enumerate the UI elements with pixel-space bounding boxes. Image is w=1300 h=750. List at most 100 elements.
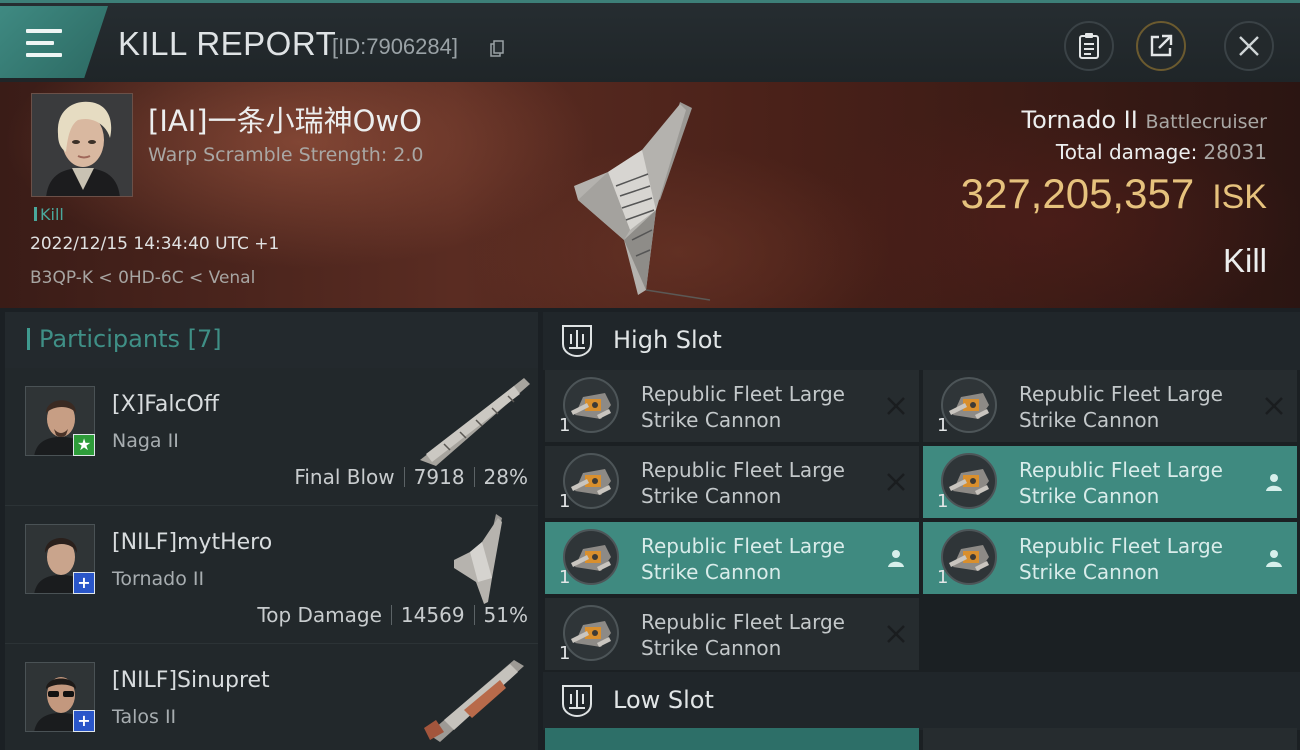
share-button[interactable] [1136,21,1186,71]
close-icon [1239,36,1259,56]
module-name: Republic Fleet Large Strike Cannon [1019,381,1239,433]
module-quantity: 1 [559,567,571,588]
module-name-line2: Strike Cannon [641,636,782,660]
participant-percent: 28% [483,465,528,489]
share-icon [1150,34,1173,57]
participant-name[interactable]: [NILF]mytHero [112,530,272,555]
victim-ship-image[interactable] [560,90,730,304]
plus-badge-icon: + [73,710,95,732]
clipboard-button[interactable] [1064,21,1114,71]
participant-damage: 14569 [400,603,465,627]
module-name-line2: Strike Cannon [641,484,782,508]
total-damage-label: Total damage: [1055,140,1198,164]
module-name-line2: Strike Cannon [641,560,782,584]
dropped-person-icon [1266,474,1282,491]
module-name: Republic Fleet Large Strike Cannon [1019,457,1239,509]
victim-banner: [IAI]一条小瑞神OwO Warp Scramble Strength: 2.… [0,82,1300,308]
participant-name[interactable]: [NILF]Sinupret [112,668,270,693]
high-slot-module[interactable]: 1 Republic Fleet Large Strike Cannon [923,446,1297,518]
participants-header: Participants [7] [5,312,538,368]
module-name-line2: Strike Cannon [641,408,782,432]
menu-button[interactable] [0,6,108,78]
high-slot-module[interactable]: 1 Republic Fleet Large Strike Cannon [545,370,919,442]
high-slot-label: High Slot [613,326,722,354]
module-name-line1: Republic Fleet Large [641,458,845,482]
portrait-image [32,94,132,196]
participant-ship: Tornado II [112,568,205,590]
low-slot-module-partial[interactable] [923,728,1297,750]
dropped-person-icon [888,550,904,567]
module-name: Republic Fleet Large Strike Cannon [641,533,861,585]
destroyed-icon [887,625,905,643]
dropped-person-icon [1266,550,1282,567]
module-name-line2: Strike Cannon [1019,560,1160,584]
participant-row[interactable]: ★ [X]FalcOff Naga II Final Blow 7918 28% [5,368,538,506]
report-id: [ID:7906284] [332,34,458,59]
module-name: Republic Fleet Large Strike Cannon [1019,533,1239,585]
module-quantity: 1 [559,491,571,512]
kill-location[interactable]: B3QP-K < 0HD-6C < Venal [30,268,255,288]
high-slot-icon [562,325,592,358]
kill-result: Kill [1222,242,1267,279]
module-name-line1: Republic Fleet Large [1019,534,1223,558]
participant-stats: Top Damage 14569 51% [257,603,528,627]
isk-amount: 327,205,357 [960,170,1195,217]
total-damage: Total damage: 28031 [1056,140,1267,164]
module-quantity: 1 [937,567,949,588]
module-quantity: 1 [559,415,571,436]
victim-avatar[interactable] [31,93,133,197]
high-slot-header: High Slot [543,312,1300,370]
high-slot-module[interactable]: 1 Republic Fleet Large Strike Cannon [545,446,919,518]
star-badge-icon: ★ [73,434,95,456]
high-slot-module[interactable]: 1 Republic Fleet Large Strike Cannon [545,598,919,670]
participant-stats: Final Blow 7918 28% [294,465,528,489]
victim-ship-class: Battlecruiser [1145,111,1267,133]
copy-icon[interactable] [490,40,504,58]
warp-scramble-strength: Warp Scramble Strength: 2.0 [148,144,424,166]
module-name: Republic Fleet Large Strike Cannon [641,609,861,661]
tornado-ship-image [454,514,502,604]
module-quantity: 1 [937,415,949,436]
module-name-line2: Strike Cannon [1019,484,1160,508]
kill-tag: Kill [34,205,64,224]
high-slot-module[interactable]: 1 Republic Fleet Large Strike Cannon [923,522,1297,594]
isk-unit: ISK [1212,178,1267,216]
participant-ship: Talos II [112,706,177,728]
kill-timestamp: 2022/12/15 14:34:40 UTC +1 [30,234,280,254]
participants-title: Participants [7] [39,325,222,353]
participants-panel: Participants [7] ★ [X]FalcOff Naga II Fi… [5,312,538,750]
victim-name[interactable]: [IAI]一条小瑞神OwO [148,98,422,140]
close-button[interactable] [1224,21,1274,71]
participant-role: Top Damage [257,603,382,627]
destroyed-icon [887,397,905,415]
kill-tag-label: Kill [40,205,64,224]
plus-badge-icon: + [73,572,95,594]
low-slot-header: Low Slot [543,672,1300,730]
module-name-line1: Republic Fleet Large [641,610,845,634]
participant-percent: 51% [483,603,528,627]
module-quantity: 1 [937,491,949,512]
fitting-panel: High Slot 1 Republic Fleet Large Strike Ca… [543,312,1300,750]
module-name-line1: Republic Fleet Large [641,534,845,558]
high-slot-module[interactable]: 1 Republic Fleet Large Strike Cannon [545,522,919,594]
victim-ship-type: Tornado II [1021,106,1138,134]
low-slot-module-partial[interactable] [545,728,919,750]
low-slot-icon [562,685,592,718]
total-damage-value: 28031 [1203,140,1267,164]
talos-ship-image [424,660,524,742]
menu-icon [26,29,62,57]
clipboard-icon [1079,33,1099,59]
module-name-line1: Republic Fleet Large [1019,382,1223,406]
top-bar: KILL REPORT [ID:7906284] [0,0,1300,82]
module-name-line1: Republic Fleet Large [641,382,845,406]
isk-value: 327,205,357 ISK [961,170,1267,218]
page-title: KILL REPORT [118,25,337,62]
victim-ship-name[interactable]: Tornado II Battlecruiser [1021,106,1267,134]
participant-name[interactable]: [X]FalcOff [112,392,219,417]
participant-damage: 7918 [413,465,465,489]
participant-row[interactable]: + [NILF]mytHero Tornado II Top Damage 145… [5,506,538,644]
participant-row[interactable]: + [NILF]Sinupret Talos II [5,644,538,750]
participant-ship: Naga II [112,430,179,452]
module-name-line1: Republic Fleet Large [1019,458,1223,482]
high-slot-module[interactable]: 1 Republic Fleet Large Strike Cannon [923,370,1297,442]
